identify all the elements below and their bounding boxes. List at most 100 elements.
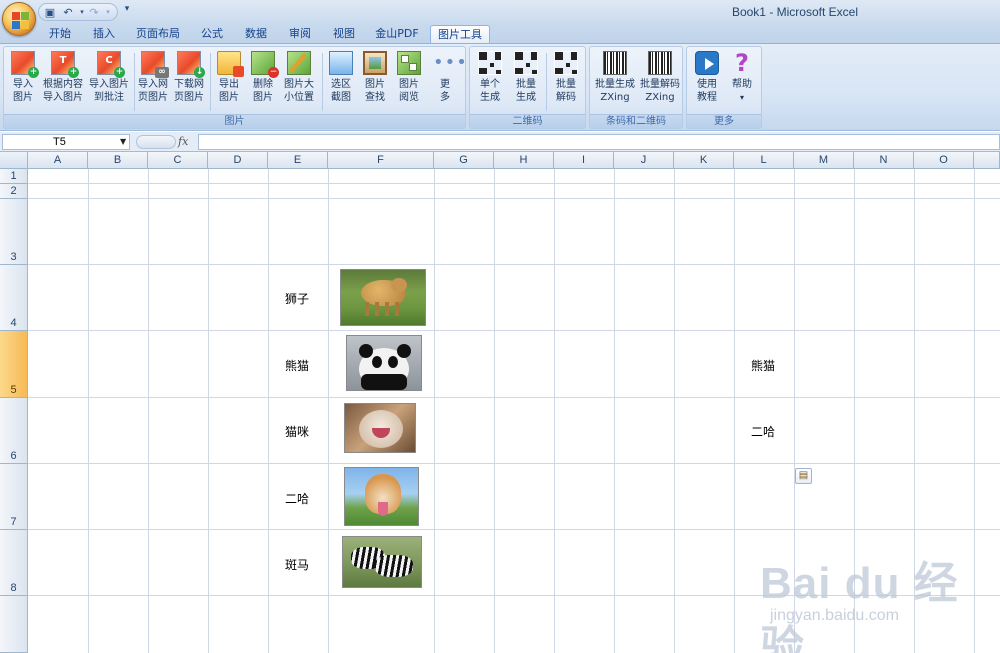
export-folder-icon — [217, 51, 244, 77]
column-header-l[interactable]: L — [734, 152, 794, 169]
more-button[interactable]: ••• 更 多 — [428, 49, 468, 113]
cell-e8[interactable]: 斑马 — [285, 556, 309, 573]
import-to-comment-button[interactable]: C + 导入图片 到批注 — [86, 49, 132, 113]
picture-size-position-button[interactable]: 图片大 小位置 — [280, 49, 318, 113]
column-header-e[interactable]: E — [268, 152, 328, 169]
cell-e5[interactable]: 熊猫 — [285, 357, 309, 374]
export-picture-button[interactable]: 导出 图片 — [212, 49, 246, 113]
single-generate-button[interactable]: 单个 生成 — [472, 49, 508, 113]
column-header-d[interactable]: D — [208, 152, 268, 169]
picture-frame-icon — [363, 51, 387, 75]
picture-find-button[interactable]: 图片 查找 — [358, 49, 392, 113]
row-header-1[interactable]: 1 — [0, 169, 28, 184]
import-by-content-icon: T + — [51, 51, 79, 78]
row-header-3[interactable]: 3 — [0, 199, 28, 265]
cell-e4[interactable]: 狮子 — [285, 290, 309, 307]
picture-lion[interactable] — [340, 269, 426, 326]
more-dots-icon: ••• — [433, 52, 468, 73]
insert-function-icon[interactable]: fx — [178, 134, 194, 150]
name-box-dropdown-icon[interactable]: ▼ — [120, 137, 126, 146]
help-button[interactable]: ? 帮助 ▾ — [725, 49, 759, 113]
import-web-picture-button[interactable]: ∞ 导入网 页图片 — [136, 49, 170, 113]
row-header-8[interactable]: 8 — [0, 530, 28, 596]
ribbon: + 导入 图片 T + 根据内容 导入图片 C + 导入图片 到批注 ∞ 导入网 页… — [0, 43, 1000, 131]
watermark-brand: Bai du 经验 — [760, 559, 959, 653]
row-header-2[interactable]: 2 — [0, 184, 28, 199]
group-label-barcode: 条码和二维码 — [590, 114, 682, 128]
name-box[interactable]: T5 — [2, 134, 130, 150]
tab-review[interactable]: 审阅 — [282, 25, 318, 43]
column-header-m[interactable]: M — [794, 152, 854, 169]
cell-l5[interactable]: 熊猫 — [751, 357, 775, 374]
title-bar: ▣ ↶ ▾ ↷ ▾ ▾ Book1 - Microsoft Excel — [0, 0, 1000, 24]
batch-generate-button[interactable]: 批量 生成 — [508, 49, 544, 113]
paste-options-icon[interactable]: ▤ — [795, 468, 812, 484]
worksheet-grid[interactable]: A B C D E F G H I J K L M N O 1 2 3 4 5 … — [0, 152, 1000, 653]
picture-cat[interactable] — [344, 403, 416, 453]
column-header-next[interactable] — [974, 152, 1000, 169]
select-all-corner[interactable] — [0, 152, 28, 169]
formula-controls[interactable] — [136, 135, 176, 149]
cell-e7[interactable]: 二哈 — [285, 490, 309, 507]
row-header-4[interactable]: 4 — [0, 265, 28, 331]
delete-picture-icon: − — [251, 51, 279, 78]
tab-picture-tools[interactable]: 图片工具 — [430, 25, 490, 43]
zxing-decode-button[interactable]: 批量解码 ZXing — [638, 49, 682, 113]
cell-e6[interactable]: 猫咪 — [285, 423, 309, 440]
resize-pencil-icon — [287, 51, 311, 75]
tab-data[interactable]: 数据 — [238, 25, 274, 43]
column-header-k[interactable]: K — [674, 152, 734, 169]
tab-home[interactable]: 开始 — [42, 25, 78, 43]
import-by-content-button[interactable]: T + 根据内容 导入图片 — [40, 49, 86, 113]
column-header-g[interactable]: G — [434, 152, 494, 169]
screenshot-icon — [329, 51, 353, 75]
download-web-picture-button[interactable]: ↓ 下载网 页图片 — [170, 49, 208, 113]
column-header-i[interactable]: I — [554, 152, 614, 169]
import-picture-button[interactable]: + 导入 图片 — [6, 49, 40, 113]
column-header-c[interactable]: C — [148, 152, 208, 169]
row-header-9[interactable] — [0, 596, 28, 653]
tutorial-button[interactable]: 使用 教程 — [689, 49, 725, 113]
qr-code-icon — [478, 51, 502, 75]
column-header-h[interactable]: H — [494, 152, 554, 169]
barcode-icon — [603, 51, 627, 75]
column-header-f[interactable]: F — [328, 152, 434, 169]
column-header-b[interactable]: B — [88, 152, 148, 169]
row-header-5[interactable]: 5 — [0, 331, 28, 398]
batch-decode-button[interactable]: 批量 解码 — [548, 49, 584, 113]
group-barcode: 批量生成 ZXing 批量解码 ZXing 条码和二维码 — [589, 46, 683, 129]
picture-husky[interactable] — [344, 467, 419, 526]
picture-browse-button[interactable]: 图片 阅览 — [392, 49, 426, 113]
delete-picture-button[interactable]: − 删除 图片 — [246, 49, 280, 113]
tab-view[interactable]: 视图 — [326, 25, 362, 43]
tab-wps-pdf[interactable]: 金山PDF — [370, 25, 424, 43]
group-qrcode: 单个 生成 批量 生成 批量 解码 二维码 — [469, 46, 586, 129]
picture-browse-icon — [397, 51, 421, 75]
column-header-o[interactable]: O — [914, 152, 974, 169]
formula-input[interactable] — [198, 134, 1000, 150]
picture-panda[interactable] — [346, 335, 422, 391]
row-header-7[interactable]: 7 — [0, 464, 28, 530]
tab-formulas[interactable]: 公式 — [194, 25, 230, 43]
tab-insert[interactable]: 插入 — [86, 25, 122, 43]
cell-l6[interactable]: 二哈 — [751, 423, 775, 440]
row-header-6[interactable]: 6 — [0, 398, 28, 464]
select-area-screenshot-button[interactable]: 选区 截图 — [324, 49, 358, 113]
column-header-j[interactable]: J — [614, 152, 674, 169]
office-button[interactable] — [2, 2, 36, 36]
tab-page-layout[interactable]: 页面布局 — [130, 25, 186, 43]
office-logo-icon — [12, 12, 20, 20]
qr-code-batch-icon — [514, 51, 538, 75]
column-header-n[interactable]: N — [854, 152, 914, 169]
group-label-picture: 图片 — [4, 114, 465, 128]
group-label-more: 更多 — [687, 114, 761, 128]
import-picture-icon: + — [11, 51, 39, 78]
picture-zebra[interactable] — [342, 536, 422, 588]
qr-decode-icon — [554, 51, 578, 75]
barcode-decode-icon — [648, 51, 672, 75]
baidu-watermark: Bai du 经验 jingyan.baidu.com — [760, 547, 990, 653]
download-web-picture-icon: ↓ — [177, 51, 205, 78]
window-title: Book1 - Microsoft Excel — [731, 5, 858, 19]
zxing-generate-button[interactable]: 批量生成 ZXing — [592, 49, 638, 113]
column-header-a[interactable]: A — [28, 152, 88, 169]
